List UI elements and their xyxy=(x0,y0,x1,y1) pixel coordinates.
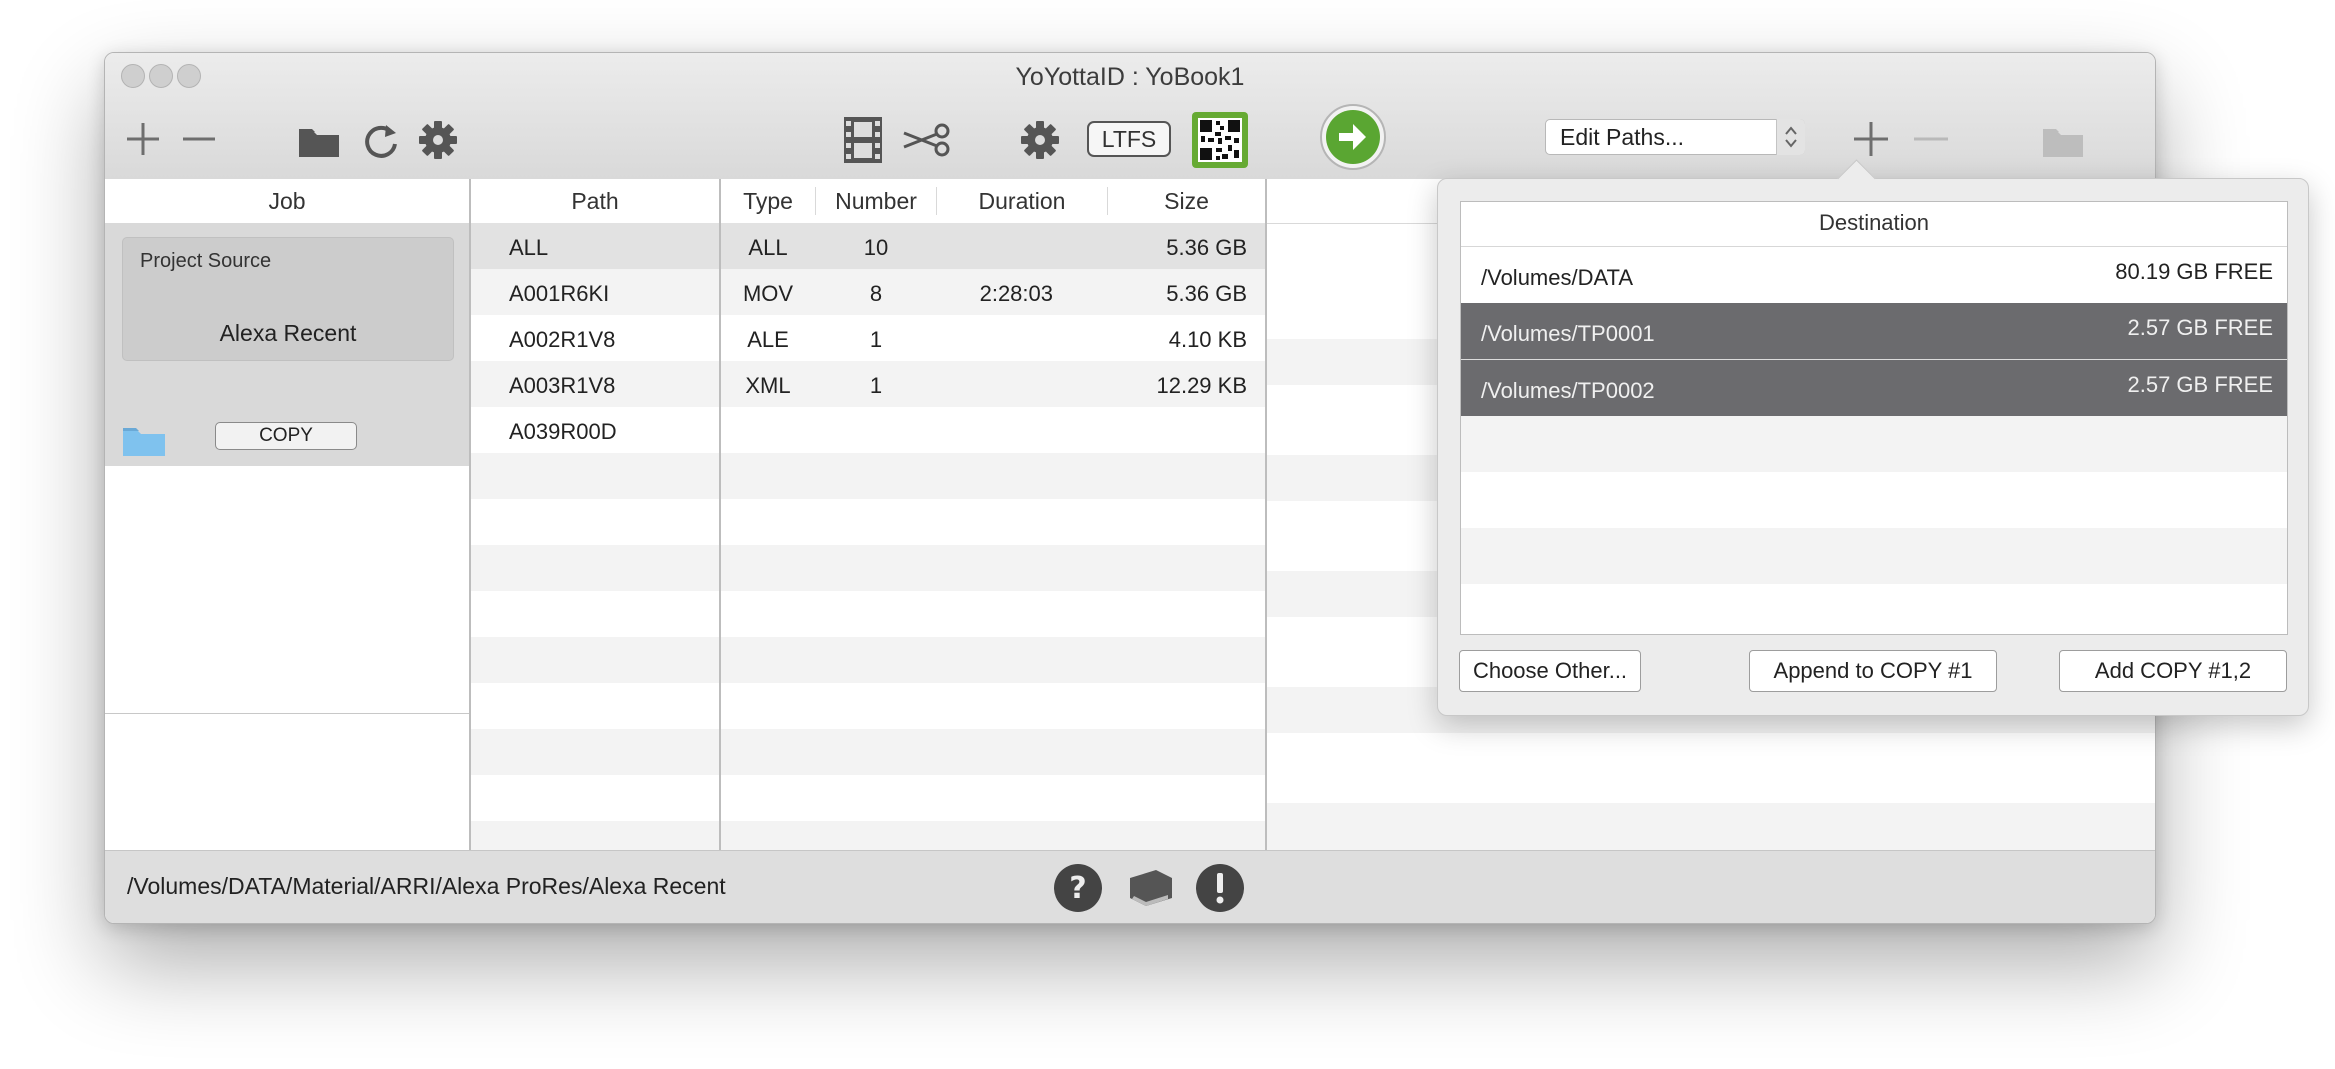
status-path: /Volumes/DATA/Material/ARRI/Alexa ProRes… xyxy=(127,873,726,899)
folder-icon xyxy=(299,129,339,157)
alert-icon xyxy=(1196,864,1244,912)
size-cell: 12.29 KB xyxy=(1156,373,1247,398)
destination-header: Destination xyxy=(1461,202,2287,247)
empty-row xyxy=(1461,416,2287,472)
chevron-up-down-icon xyxy=(1776,119,1805,155)
destination-path: /Volumes/TP0002 xyxy=(1481,378,1655,403)
table-row[interactable]: ALE 1 4.10 KB xyxy=(721,315,1265,361)
toolbar: YoYottaID : YoBook1 LTFS Edit Paths... xyxy=(105,53,2155,180)
destination-row[interactable]: /Volumes/DATA 80.19 GB FREE xyxy=(1461,247,2287,303)
size-cell: 5.36 GB xyxy=(1166,235,1247,260)
duration-column-header[interactable]: Duration xyxy=(937,179,1107,223)
destination-popover: Destination /Volumes/DATA 80.19 GB FREE … xyxy=(1437,159,2309,716)
table-row[interactable]: XML 1 12.29 KB xyxy=(721,361,1265,407)
number-cell: 1 xyxy=(869,373,883,398)
project-source-card[interactable]: Project Source Alexa Recent xyxy=(122,237,454,361)
path-list xyxy=(471,223,719,850)
question-icon: ? xyxy=(1054,864,1102,912)
folder-icon xyxy=(2043,129,2083,157)
destination-row-selected[interactable]: /Volumes/TP0002 2.57 GB FREE xyxy=(1461,360,2287,416)
job-divider xyxy=(105,713,469,714)
add-job-button[interactable] xyxy=(125,121,161,157)
plus-icon xyxy=(1854,122,1888,156)
copy-button[interactable]: COPY xyxy=(215,422,357,450)
size-cell: 5.36 GB xyxy=(1166,281,1247,306)
film-strip-icon xyxy=(844,117,882,163)
destination-free: 80.19 GB FREE xyxy=(2115,259,2273,284)
plus-icon xyxy=(127,123,159,155)
destination-row-selected[interactable]: /Volumes/TP0001 2.57 GB FREE xyxy=(1461,303,2287,360)
number-column-header[interactable]: Number xyxy=(816,179,936,223)
type-cell: ALE xyxy=(747,327,789,352)
type-cell: MOV xyxy=(742,281,794,306)
qr-code-icon xyxy=(1192,112,1248,168)
type-cell: ALL xyxy=(748,235,788,260)
destination-free: 2.57 GB FREE xyxy=(2127,315,2273,340)
destination-path: /Volumes/DATA xyxy=(1481,265,1634,290)
path-item-all[interactable]: ALL xyxy=(509,235,548,261)
svg-text:?: ? xyxy=(1069,871,1086,906)
size-cell: 4.10 KB xyxy=(1168,327,1247,352)
files-table-header: Type Number Duration Size xyxy=(721,179,1265,224)
start-transfer-button[interactable] xyxy=(1319,103,1387,171)
ltfs-button[interactable]: LTFS xyxy=(1087,121,1171,157)
path-item[interactable]: A039R00D xyxy=(509,419,617,445)
edit-paths-select[interactable]: Edit Paths... xyxy=(1545,119,1805,155)
qr-code-button[interactable] xyxy=(1191,111,1249,169)
refresh-icon xyxy=(365,125,397,158)
alerts-button[interactable] xyxy=(1195,863,1245,913)
remove-destination-button[interactable] xyxy=(1911,119,1951,159)
clips-button[interactable] xyxy=(841,115,885,165)
help-button[interactable]: ? xyxy=(1053,863,1103,913)
destination-table: Destination /Volumes/DATA 80.19 GB FREE … xyxy=(1460,201,2288,635)
arrow-right-icon xyxy=(1320,104,1386,170)
project-source-label: Project Source xyxy=(140,250,272,272)
duration-cell: 2:28:03 xyxy=(979,281,1053,306)
add-destination-button[interactable] xyxy=(1851,119,1891,159)
manual-button[interactable] xyxy=(1125,865,1175,911)
choose-other-button[interactable]: Choose Other... xyxy=(1459,650,1641,692)
gear-icon xyxy=(1021,121,1059,159)
minus-icon xyxy=(1914,137,1948,141)
empty-row xyxy=(1461,528,2287,584)
project-source-value: Alexa Recent xyxy=(219,320,357,346)
table-row[interactable]: ALL 10 5.36 GB xyxy=(721,223,1265,269)
destination-folder-button[interactable] xyxy=(2041,123,2085,159)
type-cell: XML xyxy=(745,373,791,398)
path-column-header: Path xyxy=(471,179,719,224)
folder-icon[interactable] xyxy=(123,424,165,456)
destination-path: /Volumes/TP0001 xyxy=(1481,321,1655,346)
open-folder-button[interactable] xyxy=(297,123,341,159)
trim-button[interactable] xyxy=(901,121,953,159)
window-title: YoYottaID : YoBook1 xyxy=(1015,63,1245,91)
book-icon xyxy=(1130,870,1172,906)
refresh-button[interactable] xyxy=(361,119,403,161)
gear-icon xyxy=(419,121,457,159)
path-item[interactable]: A003R1V8 xyxy=(509,373,615,399)
append-copy-button[interactable]: Append to COPY #1 xyxy=(1749,650,1997,692)
transfer-settings-button[interactable] xyxy=(1019,119,1061,161)
number-cell: 10 xyxy=(863,235,889,260)
type-column-header[interactable]: Type xyxy=(721,179,815,223)
remove-job-button[interactable] xyxy=(181,121,217,157)
settings-button[interactable] xyxy=(417,119,459,161)
number-cell: 8 xyxy=(869,281,883,306)
path-item[interactable]: A002R1V8 xyxy=(509,327,615,353)
path-item[interactable]: A001R6KI xyxy=(509,281,609,307)
minus-icon xyxy=(183,137,215,141)
size-column-header[interactable]: Size xyxy=(1108,179,1265,223)
add-copy-button[interactable]: Add COPY #1,2 xyxy=(2059,650,2287,692)
job-column-header: Job xyxy=(105,179,469,224)
edit-paths-select-value: Edit Paths... xyxy=(1560,124,1685,150)
destination-free: 2.57 GB FREE xyxy=(2127,372,2273,397)
status-bar: /Volumes/DATA/Material/ARRI/Alexa ProRes… xyxy=(105,850,2155,923)
scissors-icon xyxy=(903,123,950,157)
number-cell: 1 xyxy=(869,327,883,352)
table-row[interactable]: MOV 8 2:28:03 5.36 GB xyxy=(721,269,1265,315)
